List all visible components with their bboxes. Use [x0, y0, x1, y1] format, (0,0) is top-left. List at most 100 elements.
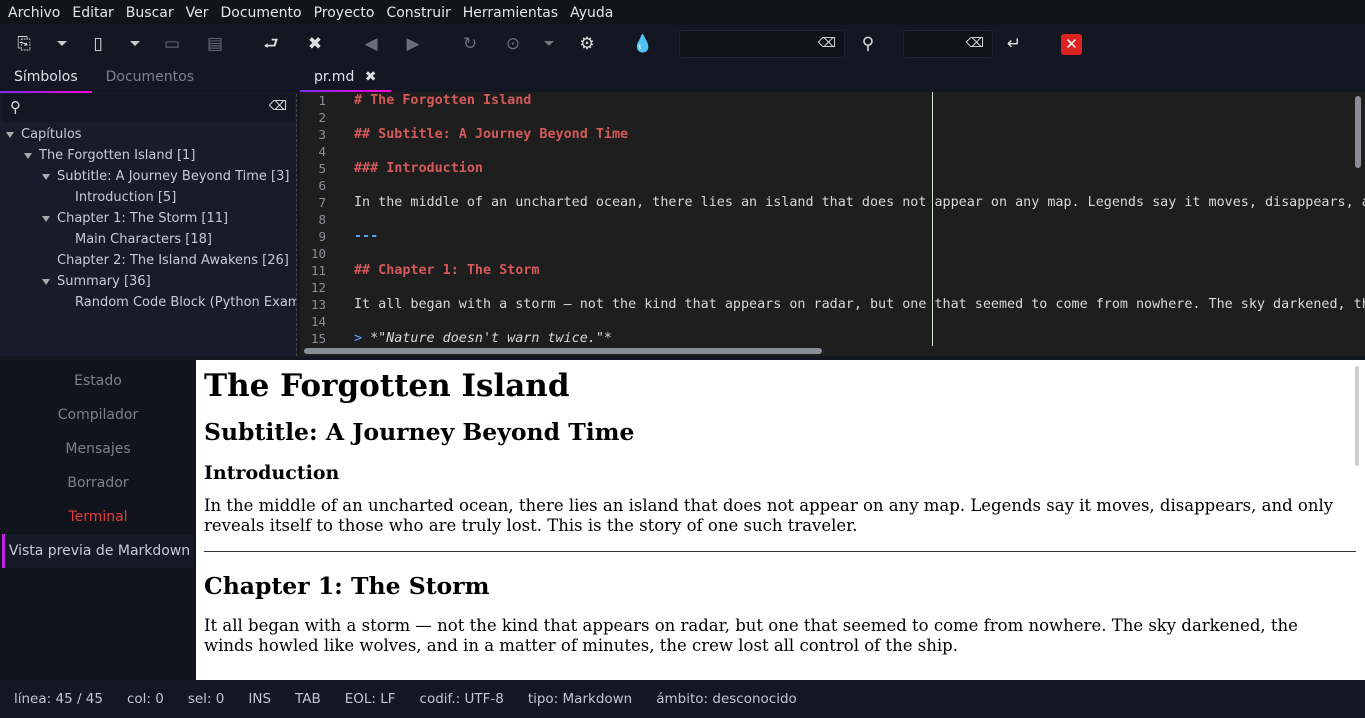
pane-divider[interactable]	[296, 94, 297, 356]
tree-item-label: Capítulos	[21, 127, 82, 142]
close-icon[interactable]: ✖	[304, 33, 326, 55]
menu-editar[interactable]: Editar	[66, 5, 119, 21]
clear-search-icon[interactable]: ⌫	[818, 36, 836, 51]
tree-item[interactable]: Chapter 1: The Storm [11]	[0, 208, 297, 229]
status-col: col: 0	[126, 691, 164, 707]
search-icon: ⚲	[10, 98, 21, 116]
tab-mensajes[interactable]: Mensajes	[0, 432, 196, 466]
preview-scrollbar[interactable]	[1355, 366, 1359, 466]
save-icon[interactable]: ▭	[161, 33, 183, 55]
tab-simbolos[interactable]: Símbolos	[0, 62, 92, 93]
search-icon[interactable]: ⚲	[857, 33, 879, 55]
horizontal-scrollbar[interactable]	[304, 348, 822, 354]
status-encoding: codif.: UTF-8	[419, 691, 504, 707]
expander-arrow-icon[interactable]	[6, 131, 14, 138]
menu-buscar[interactable]: Buscar	[120, 5, 180, 21]
expander-arrow-icon[interactable]	[42, 173, 50, 180]
tree-item[interactable]: Summary [36]	[0, 271, 297, 292]
open-dropdown-icon[interactable]	[130, 41, 140, 46]
tab-borrador[interactable]: Borrador	[0, 466, 196, 500]
line-number: 1	[318, 93, 326, 108]
back-icon[interactable]: ◀	[360, 33, 382, 55]
status-bar: línea: 45 / 45 col: 0 sel: 0 INS TAB EOL…	[0, 680, 1365, 718]
close-tab-icon[interactable]: ✖	[365, 69, 377, 85]
color-picker-icon[interactable]: 💧	[632, 33, 654, 55]
expander-arrow-icon[interactable]	[42, 278, 50, 285]
message-window-tabs: Estado Compilador Mensajes Borrador Term…	[0, 360, 196, 680]
tree-item-label: Chapter 2: The Island Awakens [26]	[57, 253, 289, 268]
tab-markdown-preview[interactable]: Vista previa de Markdown	[2, 534, 194, 568]
tab-pr-md[interactable]: pr.md ✖	[300, 62, 391, 92]
clear-symbol-search-icon[interactable]: ⌫	[269, 99, 287, 114]
vertical-scrollbar[interactable]	[1355, 96, 1361, 168]
reload-icon[interactable]: ↻	[459, 33, 481, 55]
line-number: 9	[318, 229, 326, 244]
goto-line-icon[interactable]: ↵	[1003, 33, 1025, 55]
tree-item[interactable]: The Forgotten Island [1]	[0, 145, 297, 166]
tree-item[interactable]: Main Characters [18]	[0, 229, 297, 250]
markdown-preview: The Forgotten Island Subtitle: A Journey…	[196, 360, 1365, 680]
tab-documentos[interactable]: Documentos	[92, 62, 208, 93]
tree-item[interactable]: Chapter 2: The Island Awakens [26]	[0, 250, 297, 271]
preview-paragraph-2: It all began with a storm — not the kind…	[204, 616, 1298, 655]
search-input[interactable]: ⌫	[679, 30, 845, 58]
preview-h3: Introduction	[204, 462, 340, 484]
menu-archivo[interactable]: Archivo	[2, 5, 66, 21]
status-sel: sel: 0	[187, 691, 225, 707]
tab-compilador[interactable]: Compilador	[0, 398, 196, 432]
status-line: línea: 45 / 45	[14, 691, 103, 707]
expander-arrow-icon[interactable]	[42, 215, 50, 222]
clear-goto-icon[interactable]: ⌫	[966, 36, 984, 51]
preview-divider	[204, 551, 1356, 552]
long-line-marker	[932, 92, 933, 346]
editor-tabs: pr.md ✖	[300, 62, 1365, 92]
menu-proyecto[interactable]: Proyecto	[308, 5, 381, 21]
save-all-icon[interactable]: ▤	[204, 33, 226, 55]
quit-icon[interactable]: ✕	[1061, 34, 1082, 55]
menu-documento[interactable]: Documento	[214, 5, 307, 21]
tree-item-label: Introduction [5]	[75, 190, 177, 205]
code-line: It all began with a storm — not the kind…	[354, 297, 1365, 312]
tree-item-label: Chapter 1: The Storm [11]	[57, 211, 229, 226]
goto-line-input[interactable]: ⌫	[903, 30, 993, 58]
menu-ver[interactable]: Ver	[180, 5, 215, 21]
run-dropdown-icon[interactable]	[544, 41, 554, 46]
line-number: 10	[310, 246, 326, 261]
code-editor[interactable]: 1 # The Forgotten Island 2 3 ## Subtitle: A …	[300, 92, 1365, 356]
line-number: 11	[310, 263, 326, 278]
code-text: ## Chapter 1: The Storm	[354, 263, 540, 278]
tree-item[interactable]: Introduction [5]	[0, 187, 297, 208]
expander-arrow-icon[interactable]	[24, 152, 32, 159]
tree-item[interactable]: Random Code Block (Python Example)	[0, 292, 297, 313]
menu-herramientas[interactable]: Herramientas	[457, 5, 564, 21]
tab-estado[interactable]: Estado	[0, 364, 196, 398]
tab-terminal[interactable]: Terminal	[0, 500, 196, 534]
line-number: 7	[318, 195, 326, 210]
open-file-icon[interactable]: ▯	[87, 33, 109, 55]
line-number: 2	[318, 110, 326, 125]
status-eol: EOL: LF	[344, 691, 396, 707]
line-number: 15	[310, 331, 326, 346]
menu-construir[interactable]: Construir	[380, 5, 456, 21]
symbol-search-input[interactable]: ⚲ ⌫	[2, 94, 295, 122]
code-line: ### Introduction	[354, 161, 483, 176]
tree-item[interactable]: Capítulos	[0, 124, 297, 145]
code-line: In the middle of an uncharted ocean, the…	[354, 195, 1365, 210]
preferences-icon[interactable]: ⚙	[576, 33, 598, 55]
new-dropdown-icon[interactable]	[57, 41, 67, 46]
line-number: 12	[310, 280, 326, 295]
tree-item[interactable]: Subtitle: A Journey Beyond Time [3]	[0, 166, 297, 187]
menu-ayuda[interactable]: Ayuda	[564, 5, 619, 21]
code-line: # The Forgotten Island	[354, 93, 531, 108]
run-icon[interactable]: ⊙	[502, 33, 524, 55]
revert-icon[interactable]: ⮐	[260, 33, 282, 55]
code-text: In the middle of an uncharted ocean, the…	[354, 195, 1365, 210]
status-indent: TAB	[295, 691, 321, 707]
code-line: > *"Nature doesn't warn twice."*	[354, 331, 612, 346]
line-number: 6	[318, 178, 326, 193]
code-text: ---	[354, 229, 379, 244]
preview-h2: Subtitle: A Journey Beyond Time	[204, 418, 635, 446]
tree-item-label: Main Characters [18]	[75, 232, 212, 247]
new-file-icon[interactable]: ⎘	[13, 33, 35, 55]
forward-icon[interactable]: ▶	[402, 33, 424, 55]
